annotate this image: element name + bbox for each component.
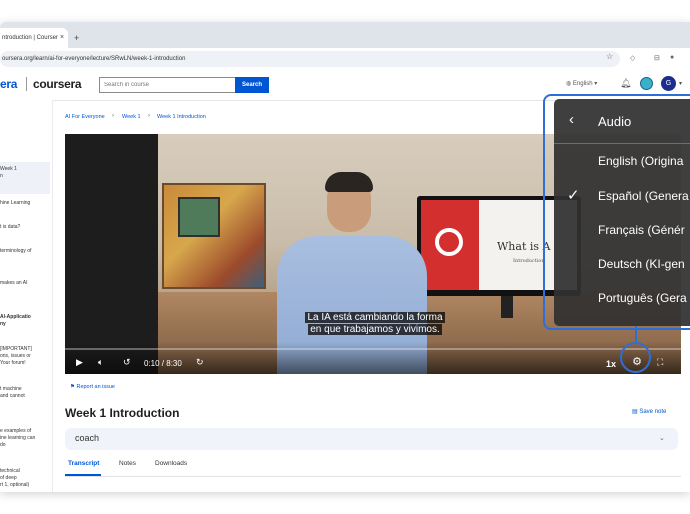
sidebar-item-deep-learning[interactable]: technical [0,468,50,475]
volume-icon[interactable]: 🔈︎ [98,357,103,368]
forward-icon[interactable]: ↻ [196,357,204,368]
tab-strip: ntroduction | Courser × + [0,22,690,48]
audio-menu-header[interactable]: ‹ Audio [554,99,690,144]
video-painting [162,183,266,289]
sidebar-item-terminology[interactable]: terminology of [0,248,50,255]
sidebar-item-machine-learning[interactable]: hine Learning [0,200,50,207]
language-selector[interactable]: ◍ English ▾ [566,80,597,87]
sidebar-item-ai-application[interactable]: AI-Applicatio [0,314,50,321]
profile-icon[interactable]: ● [670,54,674,61]
audio-option-label: Português (Gera [598,291,687,305]
browser-tab[interactable]: ntroduction | Courser [0,28,68,48]
bookmark-star-icon[interactable]: ☆ [606,52,613,61]
tab-search-icon[interactable]: ⊟ [654,54,660,62]
audio-option-label: Deutsch (KI-gen [598,257,685,271]
sidebar-item-intro[interactable]: n [0,173,50,180]
search-button[interactable]: Search [235,77,269,93]
coursera-logo[interactable]: coursera [33,77,82,91]
tabs-divider [65,476,681,477]
settings-highlight-ring [620,342,651,373]
course-search-input[interactable] [99,77,235,93]
sidebar-item-important[interactable]: [IMPORTANT] [0,346,50,353]
sidebar-item-ai-application-2[interactable]: ny [0,321,50,328]
monitor-stand [501,296,513,318]
coach-dropdown[interactable]: coach ⌄ [65,428,678,450]
tab-downloads[interactable]: Downloads [155,460,187,467]
report-issue-link[interactable]: ⚑ Report an issue [70,384,115,390]
audio-option-french[interactable]: Français (Génér [554,213,690,247]
sidebar-item-deep-learning-2[interactable]: of deep [0,475,50,482]
sidebar-item-ai-company[interactable]: makes an AI [0,280,50,287]
notification-bell-icon[interactable]: 🔔︎ [620,78,631,89]
coach-label: coach [75,433,100,443]
language-label: English [572,81,593,87]
report-issue-label: Report an issue [76,384,115,390]
sidebar-item-what-ml-can[interactable]: t machine [0,386,50,393]
video-controls: ▶ 🔈︎ ↺ 0:10 / 8:30 ↻ 1x ⚙ ⛶ [65,342,681,374]
tab-transcript[interactable]: Transcript [68,460,99,467]
audio-option-label: English (Origina [598,154,684,168]
course-sidebar: Week 1 n hine Learning t is data? termin… [0,100,53,492]
monitor-slide-subtitle: Introduction [513,258,545,264]
video-time: 0:10 / 8:30 [144,359,182,368]
breadcrumb-chevron-icon: › [148,113,150,119]
partner-logo[interactable]: era [0,77,17,91]
page-title: Week 1 Introduction [65,406,180,420]
sidebar-item-examples-2[interactable]: ine learning can [0,435,50,442]
chevron-down-icon[interactable]: ▾ [679,80,682,87]
address-bar[interactable]: oursera.org/learn/ai-for-everyone/lectur… [0,51,620,67]
playback-speed-button[interactable]: 1x [606,359,616,369]
video-subtitles: La IA está cambiando la forma en que tra… [293,312,457,336]
save-note-label: Save note [639,409,667,415]
audio-option-spanish[interactable]: ✓ Español (Genera [554,179,690,213]
sidebar-item-important-3[interactable]: Your forum! [0,360,50,367]
breadcrumb-week[interactable]: Week 1 [122,114,141,120]
audio-menu: ‹ Audio English (Origina ✓ Español (Gene… [554,99,690,326]
sidebar-item-week1[interactable]: Week 1 [0,166,50,173]
logo-divider [26,77,27,91]
audio-menu-title: Audio [598,114,632,129]
breadcrumb-course[interactable]: AI For Everyone [65,114,105,120]
chevron-down-icon: ▾ [594,81,598,87]
avatar[interactable]: G [661,76,676,91]
note-icon: ▤ [632,409,638,415]
sidebar-item-examples-3[interactable]: do [0,442,50,449]
address-row: oursera.org/learn/ai-for-everyone/lectur… [0,48,690,71]
breadcrumb-chevron-icon: › [112,113,114,119]
video-progress-bar[interactable] [65,348,681,350]
rewind-icon[interactable]: ↺ [123,357,131,368]
flag-icon: ⚑ [70,384,75,390]
audio-option-label: Français (Génér [598,223,685,237]
fullscreen-icon[interactable]: ⛶ [657,357,663,368]
extension-icon[interactable]: ◇ [630,54,635,62]
audio-option-english[interactable]: English (Origina [554,144,690,178]
save-note-button[interactable]: ▤ Save note [632,408,666,415]
chevron-left-icon[interactable]: ‹ [569,111,574,128]
new-tab-button[interactable]: + [74,28,79,48]
sidebar-item-examples[interactable]: e examples of [0,428,50,435]
chevron-down-icon: ⌄ [659,435,665,442]
tab-notes[interactable]: Notes [119,460,136,467]
coach-icon[interactable] [640,77,653,90]
checkmark-icon: ✓ [567,187,580,204]
subtitle-line-1: La IA está cambiando la forma [305,312,445,323]
audio-option-portuguese[interactable]: Português (Gera [554,281,690,315]
play-icon[interactable]: ▶ [76,357,83,368]
sidebar-item-what-ml-can-2[interactable]: and cannot [0,393,50,400]
sidebar-item-deep-learning-3[interactable]: rt 1, optional) [0,482,50,489]
audio-option-label: Español (Genera [598,189,689,203]
audio-option-german[interactable]: Deutsch (KI-gen [554,247,690,281]
close-tab-icon[interactable]: × [60,28,64,48]
globe-icon: ◍ [566,81,572,87]
sidebar-item-data[interactable]: t is data? [0,224,50,231]
sidebar-item-important-2[interactable]: ons, issues or [0,353,50,360]
subtitle-line-2: en que trabajamos y vivimos. [308,324,442,335]
breadcrumb-lesson[interactable]: Week 1 Introduction [157,114,206,120]
